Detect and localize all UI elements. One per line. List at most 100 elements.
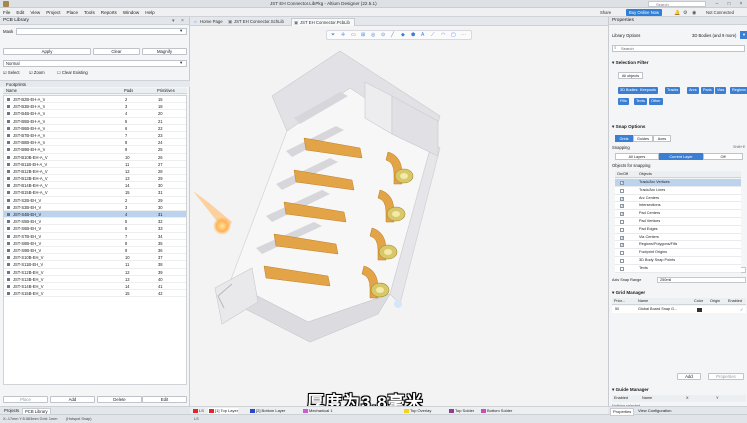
snap-object-checkbox[interactable]: [620, 220, 624, 224]
menu-tools[interactable]: Tools: [81, 8, 98, 17]
footprint-row[interactable]: JST-B14B-EH-A_V 14 30: [4, 182, 186, 190]
properties-search-input[interactable]: Search: [612, 45, 745, 52]
footprint-row[interactable]: JST-B10B-EH-A_V 10 26: [4, 154, 186, 161]
delete-button[interactable]: Delete: [97, 396, 142, 403]
clear-existing-checkbox[interactable]: ☐ Clear Existing: [57, 70, 88, 75]
snap-object-row[interactable]: ✓ Intersections: [615, 202, 741, 211]
pin-icon[interactable]: ▾: [172, 18, 175, 24]
snap-object-row[interactable]: 3D Body Snap Points: [615, 257, 741, 265]
filter-chip[interactable]: Fills: [618, 98, 629, 105]
filter-chip[interactable]: Pads: [701, 87, 714, 94]
filter-chip[interactable]: Regions: [730, 87, 747, 94]
menu-reports[interactable]: Reports: [98, 8, 120, 17]
snap-off-toggle[interactable]: Off: [703, 153, 743, 160]
filter-chip[interactable]: 3D Bodies: [618, 87, 640, 94]
footprint-row[interactable]: JST-B13B-EH-A_V 13 29: [4, 175, 186, 183]
snap-object-row[interactable]: Texts: [615, 264, 741, 273]
footprint-row[interactable]: JST-S14B-EH_V 14 41: [4, 283, 186, 291]
footprint-row[interactable]: JST-S4B-EH_V 4 31: [4, 211, 186, 219]
snap-object-row[interactable]: ✓ Arc Centers: [615, 194, 741, 203]
menu-view[interactable]: View: [27, 8, 43, 17]
footprint-row[interactable]: JST-B15B-EH-A_V 15 31: [4, 189, 186, 197]
menu-window[interactable]: Window: [120, 8, 142, 17]
snap-object-row[interactable]: Pad Vertices: [615, 218, 741, 226]
snap-object-checkbox[interactable]: [620, 266, 624, 271]
tab-view-configuration[interactable]: View Configuration: [636, 408, 674, 414]
filter-chip[interactable]: Arcs: [687, 87, 699, 94]
menu-help[interactable]: Help: [142, 8, 157, 17]
menu-edit[interactable]: Edit: [13, 8, 27, 17]
snap-object-checkbox[interactable]: ✓: [620, 181, 624, 185]
col-name-header[interactable]: Name: [6, 88, 17, 94]
col-primitives-header[interactable]: Primitives: [157, 88, 175, 94]
global-search-input[interactable]: Search: [648, 1, 706, 7]
footprint-row[interactable]: JST-B5B-EH-A_V 5 21: [4, 118, 186, 125]
snap-object-row[interactable]: ✓ Track/Arc Vertices: [615, 179, 741, 187]
col-pads-header[interactable]: Pads: [124, 88, 133, 94]
footprint-row[interactable]: JST-S2B-EH_V 2 29: [4, 197, 186, 204]
footprint-row[interactable]: JST-B4B-EH-A_V 4 20: [4, 110, 186, 118]
mask-input[interactable]: [16, 28, 187, 35]
footprint-row[interactable]: JST-S6B-EH_V 6 33: [4, 225, 186, 233]
zoom-checkbox[interactable]: ☑ Zoom: [29, 70, 45, 75]
snap-object-row[interactable]: ✓ Via Centers: [615, 233, 741, 242]
tab-pcblib[interactable]: ▣ JST EH Connector.PcbLib: [291, 18, 355, 26]
tab-schlib[interactable]: ▣ JST EH Connector.SchLib: [226, 18, 288, 26]
buy-online-button[interactable]: Buy Online Now: [626, 9, 663, 16]
axis-snap-input[interactable]: 250mil: [657, 277, 746, 283]
footprint-row[interactable]: JST-S12B-EH_V 12 39: [4, 269, 186, 276]
grid-color-swatch[interactable]: [697, 308, 702, 312]
snap-object-checkbox[interactable]: ✓: [620, 235, 624, 240]
footprint-row[interactable]: JST-S7B-EH_V 7 34: [4, 233, 186, 240]
grid-row[interactable]: 50 Global Board Snap G... ✓: [612, 306, 746, 313]
snap-object-row[interactable]: Pad Edges: [615, 225, 741, 234]
footprint-row[interactable]: JST-S13B-EH_V 13 40: [4, 276, 186, 283]
selection-filter-title[interactable]: ▾ Selection Filter: [612, 59, 649, 66]
filter-chip[interactable]: Texts: [634, 98, 647, 105]
footprint-row[interactable]: JST-B7B-EH-A_V 7 23: [4, 132, 186, 140]
snap-object-row[interactable]: Track/Arc Lines: [615, 186, 741, 195]
footprint-row[interactable]: JST-B9B-EH-A_V 9 25: [4, 146, 186, 154]
footprint-row[interactable]: JST-S10B-EH_V 10 37: [4, 254, 186, 262]
footprint-row[interactable]: JST-S5B-EH_V 5 32: [4, 218, 186, 226]
footprint-row[interactable]: JST-S3B-EH_V 3 30: [4, 204, 186, 211]
minimize-icon[interactable]: –: [711, 0, 723, 8]
grids-toggle[interactable]: Grids: [615, 135, 633, 142]
guides-toggle[interactable]: Guides: [633, 135, 653, 142]
grid-add-button[interactable]: Add: [677, 373, 701, 380]
notifications-icon[interactable]: 🔔: [674, 10, 680, 16]
edit-button[interactable]: Edit: [142, 396, 187, 403]
apply-button[interactable]: Apply: [3, 48, 91, 55]
close-icon[interactable]: ×: [735, 0, 747, 8]
user-icon[interactable]: ◉: [692, 10, 696, 16]
snap-object-row[interactable]: ✓ Pad Centers: [615, 210, 741, 218]
snap-object-row[interactable]: Footprint Origins: [615, 249, 741, 257]
grid-manager-title[interactable]: ▾ Grid Manager: [612, 289, 645, 296]
clear-button[interactable]: Clear: [93, 48, 140, 55]
footprint-row[interactable]: JST-B8B-EH-A_V 8 24: [4, 139, 186, 147]
filter-icon[interactable]: ▼: [740, 31, 747, 39]
snap-options-title[interactable]: ▾ Snap Options: [612, 123, 645, 130]
connection-status[interactable]: Not Connected: [703, 9, 737, 16]
snap-object-checkbox[interactable]: ✓: [620, 196, 624, 201]
snap-object-checkbox[interactable]: [620, 227, 624, 232]
axes-toggle[interactable]: Axes: [653, 135, 671, 142]
grid-properties-button[interactable]: Properties: [708, 373, 744, 380]
filter-chip[interactable]: Tracks: [665, 87, 681, 94]
footprint-row[interactable]: JST-S9B-EH_V 9 36: [4, 247, 186, 255]
snap-object-checkbox[interactable]: ✓: [620, 204, 624, 209]
magnify-button[interactable]: Magnify: [142, 48, 187, 55]
all-objects-button[interactable]: All objects: [618, 72, 643, 79]
filter-chip[interactable]: Other: [649, 98, 663, 105]
snap-object-checkbox[interactable]: ✓: [620, 212, 624, 217]
maximize-icon[interactable]: □: [723, 0, 735, 8]
gear-icon[interactable]: ⚙: [683, 10, 687, 16]
filter-chip[interactable]: Vias: [715, 87, 727, 94]
footprint-row[interactable]: JST-B11B-EH-A_V 11 27: [4, 161, 186, 168]
footprint-row[interactable]: JST-B6B-EH-A_V 6 22: [4, 125, 186, 132]
snap-object-checkbox[interactable]: ✓: [620, 243, 624, 248]
add-button[interactable]: Add: [50, 396, 95, 403]
footprint-row[interactable]: JST-S15B-EH_V 15 42: [4, 290, 186, 298]
filter-chip[interactable]: Keepouts: [638, 87, 659, 94]
snap-object-checkbox[interactable]: [620, 259, 624, 263]
